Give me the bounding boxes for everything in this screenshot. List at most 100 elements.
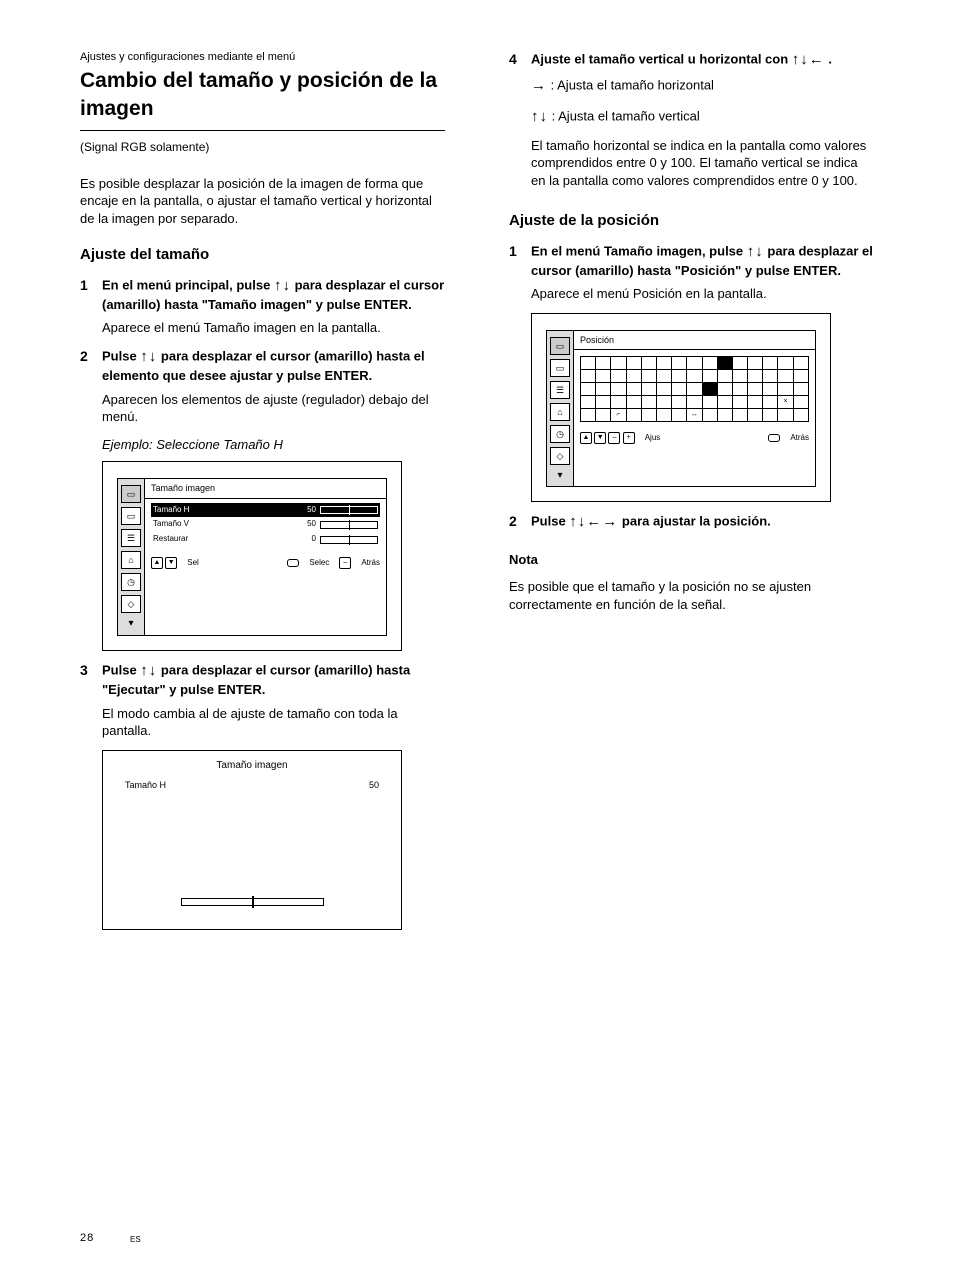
slider-segment bbox=[253, 898, 324, 906]
enter-key-icon bbox=[768, 434, 780, 442]
osd-footer-label: Sel bbox=[187, 558, 199, 569]
step-number: 2 bbox=[80, 347, 102, 366]
pos-step-2-text-a: Pulse bbox=[531, 514, 569, 529]
osd-tab-icon: ▭ bbox=[550, 337, 570, 355]
osd-tab-icon: ⌂ bbox=[121, 551, 141, 569]
step-body: En el menú principal, pulse ↑↓ para desp… bbox=[102, 276, 445, 314]
osd-tab-icon: ☰ bbox=[121, 529, 141, 547]
position-grid: × ⌐↔ bbox=[580, 356, 809, 422]
arrow-updown-desc: ↑↓ : Ajusta el tamaño vertical bbox=[531, 107, 874, 127]
osd-content: × ⌐↔ bbox=[574, 350, 815, 428]
osd-footer-label: Ajus bbox=[645, 433, 661, 444]
osd-row-label: Tamaño V bbox=[153, 519, 278, 530]
two-column-layout: Ajustes y configuraciones mediante el me… bbox=[80, 50, 874, 940]
step-4-desc: El tamaño horizontal se indica en la pan… bbox=[531, 137, 874, 190]
pos-appears: Aparece el menú Posición en la pantalla. bbox=[531, 285, 874, 303]
v-adjust-text: : Ajusta el tamaño vertical bbox=[552, 108, 700, 123]
osd-fullscreen-adjust: Tamaño imagen Tamaño H 50 bbox=[102, 750, 402, 930]
down-key-icon: ▼ bbox=[165, 557, 177, 569]
osd-more-icon: ▾ bbox=[557, 469, 562, 483]
up-down-arrows-icon: ↑↓ bbox=[140, 661, 157, 681]
note-heading: Nota bbox=[509, 551, 874, 569]
osd-footer-keys: ▲ ▼ – + bbox=[580, 432, 635, 444]
osd-tab-icon: ⌂ bbox=[550, 403, 570, 421]
osd-row-label: Restaurar bbox=[153, 534, 278, 545]
osd-title: Posición bbox=[574, 331, 815, 350]
step-2-text-a: Pulse bbox=[102, 349, 140, 364]
osd-inner: ▭ ▭ ☰ ⌂ ◷ ◇ ▾ Tamaño imagen Tamaño H bbox=[117, 478, 387, 636]
osd-footer: ▲ ▼ – + Ajus Atrás bbox=[574, 428, 815, 446]
osd-content: Tamaño H 50 Tamaño V 50 Restaurar bbox=[145, 499, 386, 553]
osd-tab-icon: ◇ bbox=[550, 447, 570, 465]
osd-title: Tamaño imagen bbox=[145, 479, 386, 498]
pos-step-1: 1 En el menú Tamaño imagen, pulse ↑↓ par… bbox=[509, 242, 874, 280]
osd-footer-label: Selec bbox=[309, 558, 329, 569]
step-number: 1 bbox=[80, 276, 102, 295]
osd-body: Tamaño imagen Tamaño H 50 Tamaño V 50 bbox=[144, 478, 387, 636]
fullpanel-title: Tamaño imagen bbox=[103, 759, 401, 773]
osd-sidebar: ▭ ▭ ☰ ⌂ ◷ ◇ ▾ bbox=[117, 478, 144, 636]
mode-switch: El modo cambia al de ajuste de tamaño co… bbox=[102, 705, 445, 740]
osd-tab-icon: ▭ bbox=[550, 359, 570, 377]
all-arrows-icon: ↑↓←→ bbox=[569, 512, 618, 532]
osd-row-value: 0 bbox=[278, 534, 320, 545]
osd-footer-label: Atrás bbox=[361, 558, 380, 569]
up-key-icon: ▲ bbox=[151, 557, 163, 569]
up-down-arrows-icon: ↑↓ bbox=[140, 347, 157, 367]
osd-row-label: Tamaño H bbox=[153, 505, 278, 516]
osd-row: Restaurar 0 bbox=[151, 532, 380, 547]
minus-key-icon: – bbox=[608, 432, 620, 444]
osd-row-value: 50 bbox=[278, 519, 320, 530]
step-number: 1 bbox=[509, 242, 531, 261]
slider-bar bbox=[320, 506, 378, 514]
osd-sidebar: ▭ ▭ ☰ ⌂ ◷ ◇ ▾ bbox=[546, 330, 573, 488]
page-language: ES bbox=[130, 1235, 141, 1246]
down-key-icon: ▼ bbox=[594, 432, 606, 444]
osd-footer-keys: ▲ ▼ bbox=[151, 557, 177, 569]
osd-row: Tamaño H 50 bbox=[151, 503, 380, 518]
step-1-text-a: En el menú principal, pulse bbox=[102, 277, 274, 292]
step-number: 2 bbox=[509, 512, 531, 531]
right-column: 4 Ajuste el tamaño vertical u horizontal… bbox=[509, 50, 874, 940]
fullpanel-item: Tamaño H bbox=[125, 779, 166, 791]
step-3-text-a: Pulse bbox=[102, 662, 140, 677]
step-4-text-a: Ajuste el tamaño vertical u horizontal c… bbox=[531, 52, 792, 67]
pos-step-1-text-a: En el menú Tamaño imagen, pulse bbox=[531, 243, 747, 258]
note-body: Es posible que el tamaño y la posición n… bbox=[509, 578, 874, 613]
osd-tab-icon: ▭ bbox=[121, 485, 141, 503]
osd-more-icon: ▾ bbox=[128, 617, 133, 631]
osd-size-menu: ▭ ▭ ☰ ⌂ ◷ ◇ ▾ Tamaño imagen Tamaño H bbox=[102, 461, 402, 651]
subtitle: (Signal RGB solamente) bbox=[80, 139, 445, 155]
osd-row-value: 50 bbox=[278, 505, 320, 516]
osd-body: Posición × ⌐↔ ▲ bbox=[573, 330, 816, 488]
osd-footer: ▲ ▼ Sel Selec – Atrás bbox=[145, 553, 386, 571]
section-heading-size: Ajuste del tamaño bbox=[80, 245, 445, 265]
h-adjust-text: : Ajusta el tamaño horizontal bbox=[551, 78, 714, 93]
right-arrow-icon: → bbox=[531, 76, 547, 96]
up-down-arrows-icon: ↑↓ bbox=[531, 107, 548, 127]
step-4-text-a2: . bbox=[828, 52, 832, 67]
pos-step-2-text-b: para ajustar la posición. bbox=[622, 514, 771, 529]
step-body: En el menú Tamaño imagen, pulse ↑↓ para … bbox=[531, 242, 874, 280]
arrow-right-desc: → : Ajusta el tamaño horizontal bbox=[531, 76, 874, 96]
plus-key-icon: + bbox=[623, 432, 635, 444]
osd-inner: ▭ ▭ ☰ ⌂ ◷ ◇ ▾ Posición bbox=[546, 330, 816, 488]
slider-bar bbox=[320, 521, 378, 529]
step-body: Pulse ↑↓ para desplazar el cursor (amari… bbox=[102, 347, 445, 385]
osd-tab-icon: ◇ bbox=[121, 595, 141, 613]
osd-tab-icon: ☰ bbox=[550, 381, 570, 399]
back-key-icon: – bbox=[339, 557, 351, 569]
up-down-left-arrows-icon: ↑↓← bbox=[792, 50, 825, 70]
adjust-appears: Aparecen los elementos de ajuste (regula… bbox=[102, 391, 445, 426]
osd-tab-icon: ▭ bbox=[121, 507, 141, 525]
document-title: Cambio del tamaño y posición de la image… bbox=[80, 67, 445, 131]
step-2: 2 Pulse ↑↓ para desplazar el cursor (ama… bbox=[80, 347, 445, 385]
step-3: 3 Pulse ↑↓ para desplazar el cursor (ama… bbox=[80, 661, 445, 699]
example-label: Ejemplo: Seleccione Tamaño H bbox=[102, 436, 445, 454]
slider-segment bbox=[181, 898, 253, 906]
slider-bar bbox=[320, 536, 378, 544]
step-1: 1 En el menú principal, pulse ↑↓ para de… bbox=[80, 276, 445, 314]
page: Ajustes y configuraciones mediante el me… bbox=[0, 0, 954, 1274]
up-key-icon: ▲ bbox=[580, 432, 592, 444]
osd-tab-icon: ◷ bbox=[550, 425, 570, 443]
